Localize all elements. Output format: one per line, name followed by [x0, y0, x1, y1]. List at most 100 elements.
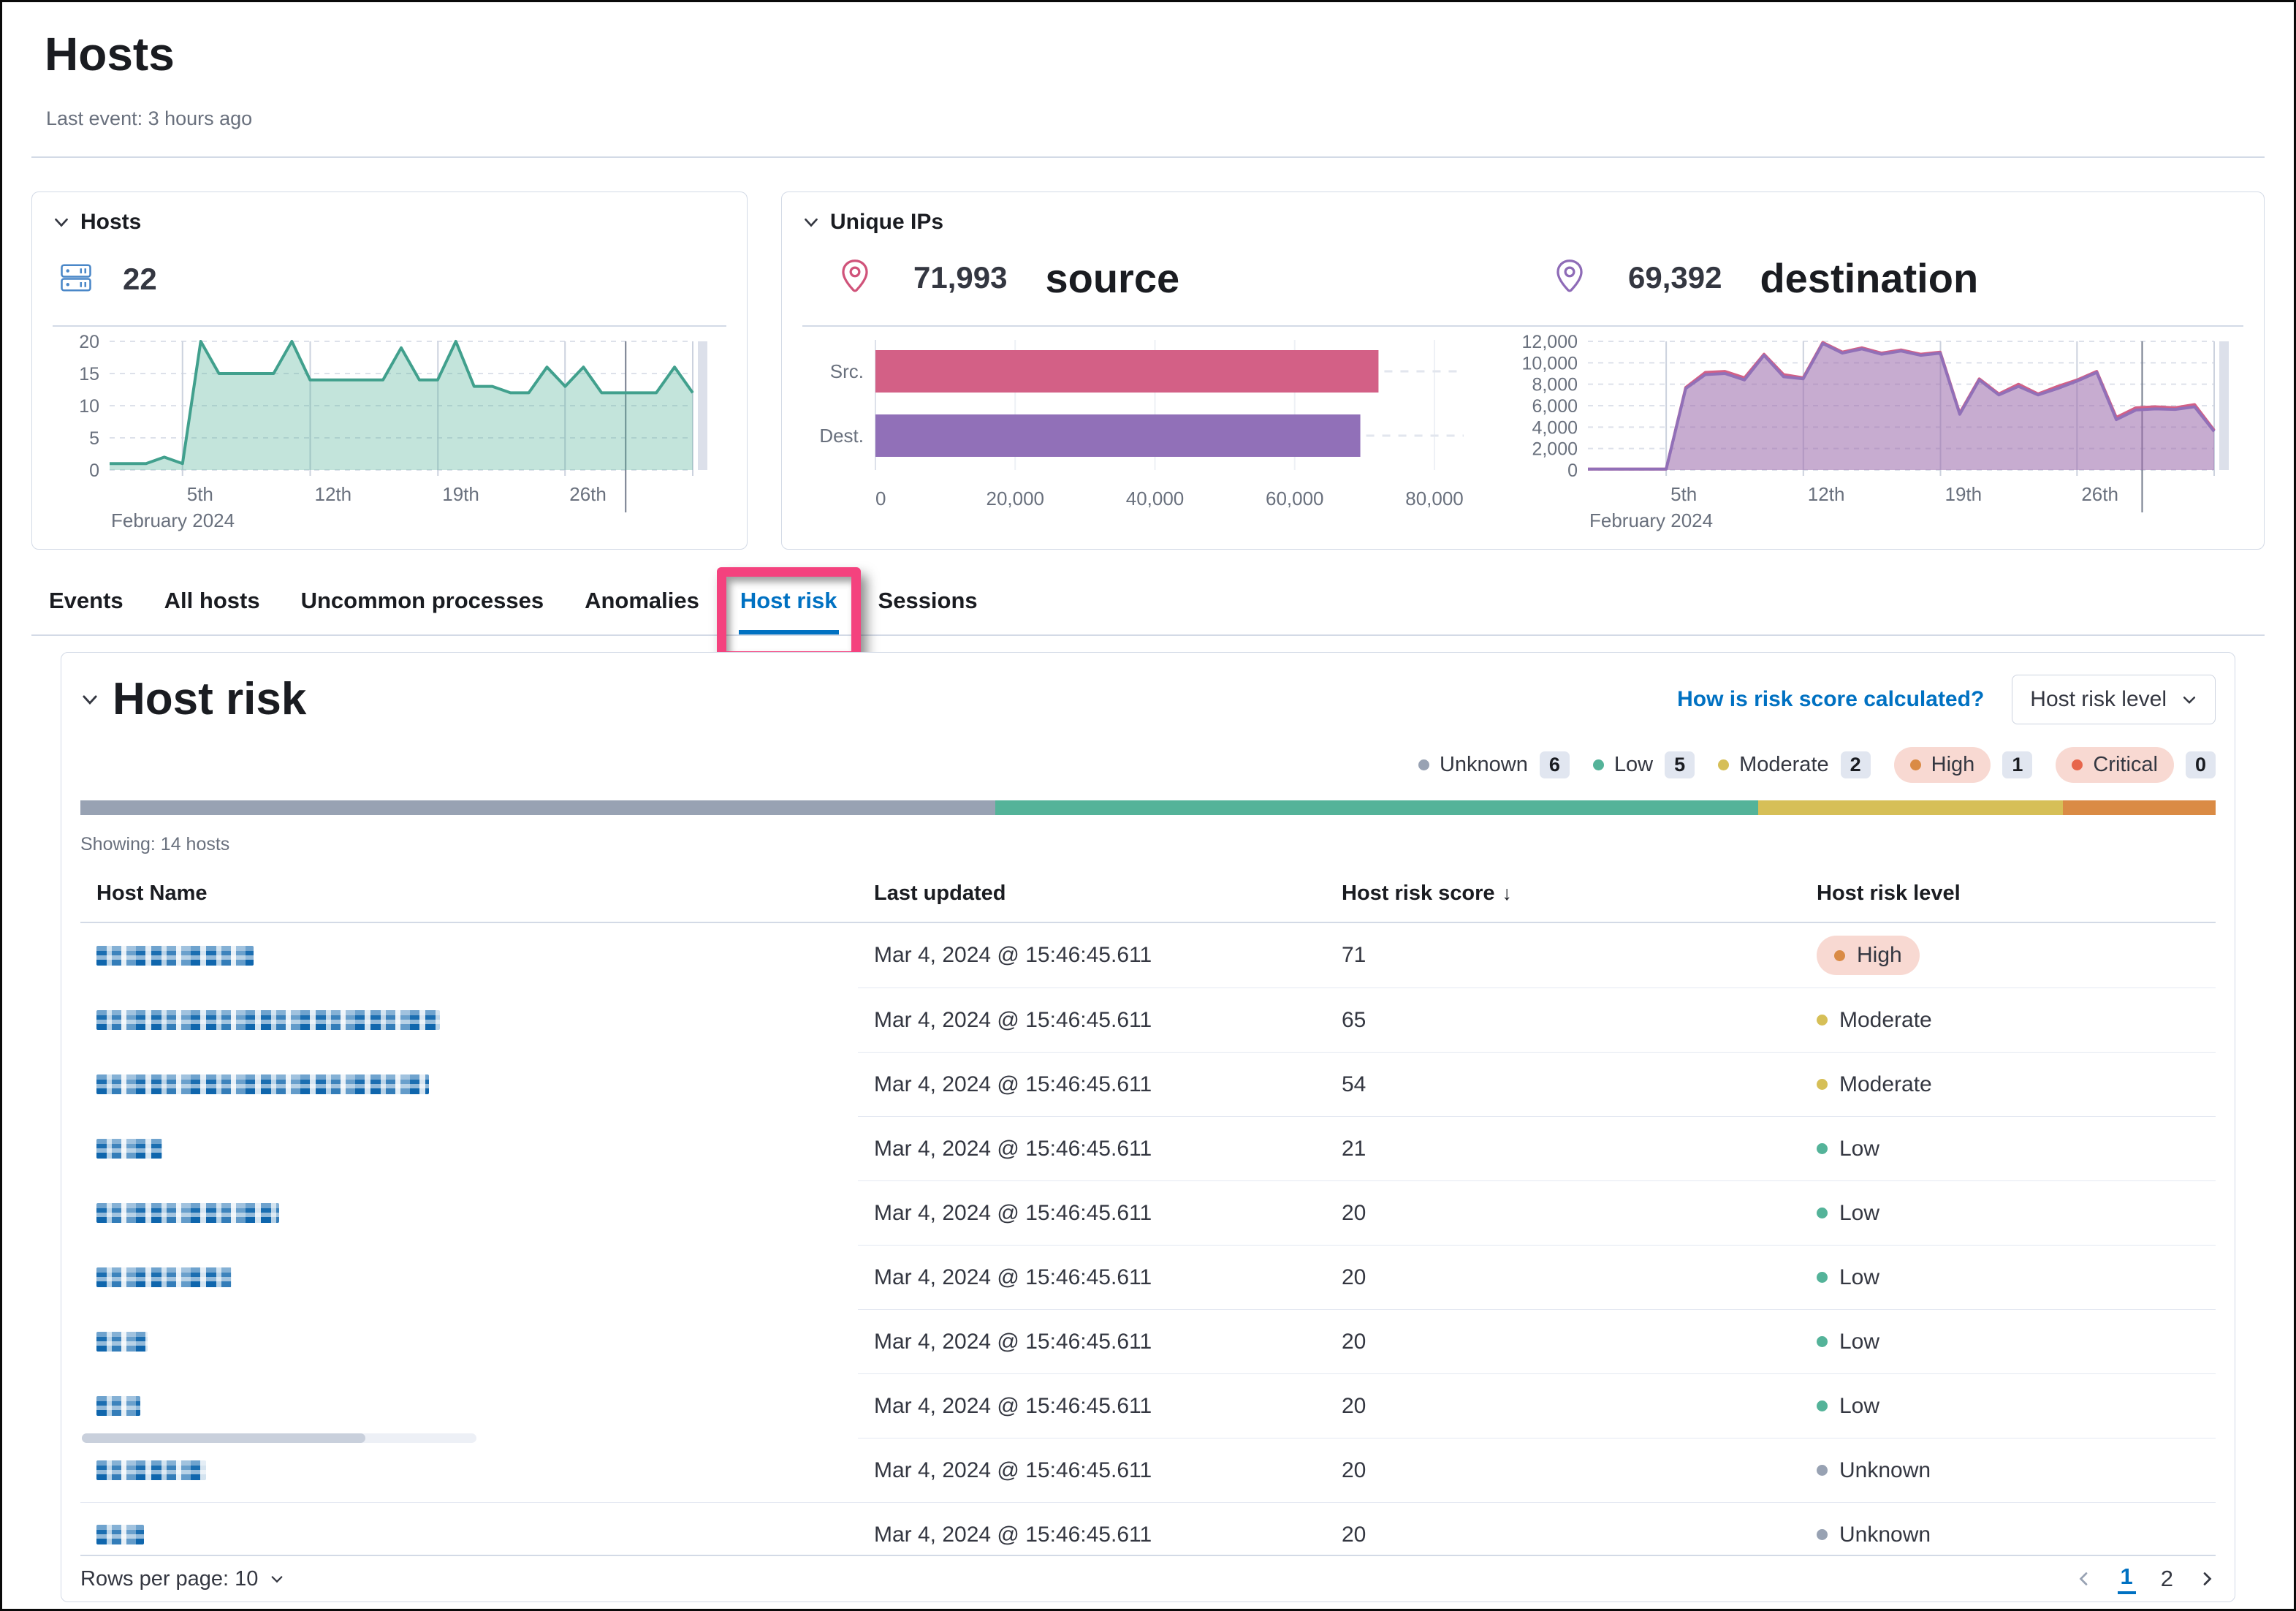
tab-all-hosts[interactable]: All hosts	[163, 588, 262, 634]
risk-level-dot-icon	[1817, 1079, 1828, 1090]
risk-level-label: Moderate	[1839, 1072, 1932, 1097]
rows-per-page-button[interactable]: Rows per page: 10	[80, 1567, 284, 1591]
risk-score-cell: 71	[1326, 923, 1801, 988]
column-header-risk-level[interactable]: Host risk level	[1801, 882, 2216, 906]
column-header-risk-score[interactable]: Host risk score ↓	[1326, 882, 1801, 906]
host-name-link[interactable]	[96, 1332, 148, 1352]
svg-text:12th: 12th	[1808, 483, 1845, 505]
source-ip-count: 71,993	[913, 260, 1007, 295]
destination-map-pin-icon	[1551, 257, 1589, 299]
host-name-link[interactable]	[96, 946, 254, 966]
legend-label: Low	[1614, 753, 1653, 777]
card-divider	[53, 325, 726, 327]
last-updated-cell: Mar 4, 2024 @ 15:46:45.611	[858, 1116, 1326, 1180]
column-header-host-name[interactable]: Host Name	[80, 882, 858, 906]
svg-text:12th: 12th	[315, 483, 352, 505]
svg-text:0: 0	[89, 460, 99, 481]
collapse-chevron-icon[interactable]	[802, 213, 820, 231]
tab-uncommon-processes[interactable]: Uncommon processes	[300, 588, 546, 634]
svg-text:Src.: Src.	[830, 360, 864, 382]
legend-item[interactable]: High 1	[1894, 747, 2033, 783]
risk-level-dot-icon	[1718, 759, 1729, 770]
svg-text:80,000: 80,000	[1405, 488, 1464, 509]
previous-page-arrow-icon[interactable]	[2075, 1570, 2093, 1588]
last-updated-cell: Mar 4, 2024 @ 15:46:45.611	[858, 1245, 1326, 1309]
tab-anomalies[interactable]: Anomalies	[583, 588, 701, 634]
table-row: Mar 4, 2024 @ 15:46:45.611 54 Moderate	[80, 1052, 2216, 1116]
table-row: Mar 4, 2024 @ 15:46:45.611 20 Unknown	[80, 1438, 2216, 1502]
host-name-link[interactable]	[96, 1203, 279, 1223]
host-name-cell	[80, 1245, 858, 1309]
risk-level-dot-icon	[1817, 1015, 1828, 1026]
risk-level-dot-icon	[1593, 759, 1604, 770]
host-name-link[interactable]	[96, 1396, 140, 1416]
source-map-pin-icon	[836, 257, 874, 299]
svg-text:Dest.: Dest.	[819, 425, 864, 447]
risk-level-cell: Low	[1801, 1373, 2216, 1438]
legend-label: Critical	[2093, 753, 2158, 777]
column-header-last-updated[interactable]: Last updated	[858, 882, 1326, 906]
risk-distribution-strip	[80, 800, 2216, 815]
host-risk-level-filter-button[interactable]: Host risk level	[2012, 675, 2216, 724]
tab-label: All hosts	[164, 588, 260, 613]
risk-level-cell: Low	[1801, 1309, 2216, 1373]
svg-text:5: 5	[89, 428, 99, 449]
page-title: Hosts	[45, 27, 2265, 81]
svg-text:26th: 26th	[2081, 483, 2118, 505]
risk-level-cell: High	[1801, 923, 2216, 988]
tab-host-risk[interactable]: Host risk	[739, 588, 839, 634]
next-page-arrow-icon[interactable]	[2198, 1570, 2216, 1588]
host-name-link[interactable]	[96, 1010, 440, 1030]
last-updated-cell: Mar 4, 2024 @ 15:46:45.611	[858, 1373, 1326, 1438]
host-name-link[interactable]	[96, 1074, 429, 1094]
host-name-link[interactable]	[96, 1139, 162, 1159]
legend-label: Moderate	[1739, 753, 1829, 777]
legend-count-badge: 1	[2002, 751, 2032, 778]
host-name-cell	[80, 1052, 858, 1116]
last-updated-cell: Mar 4, 2024 @ 15:46:45.611	[858, 1309, 1326, 1373]
page-1-button[interactable]: 1	[2118, 1563, 2136, 1594]
host-risk-table: Host Name Last updated Host risk score ↓…	[80, 882, 2216, 1566]
host-name-link[interactable]	[96, 1460, 206, 1480]
svg-text:5th: 5th	[1670, 483, 1697, 505]
source-label: source	[1045, 254, 1179, 302]
risk-score-help-link[interactable]: How is risk score calculated?	[1677, 687, 1984, 712]
risk-level-dot-icon	[1817, 1336, 1828, 1347]
risk-level-dot-icon	[1817, 1143, 1828, 1154]
rows-per-page-label: Rows per page: 10	[80, 1567, 258, 1591]
page-2-button[interactable]: 2	[2161, 1566, 2173, 1592]
legend-item[interactable]: Moderate 2	[1718, 751, 1871, 778]
svg-text:5th: 5th	[187, 483, 213, 505]
hosts-panel-title: Hosts	[80, 210, 141, 235]
svg-text:February 2024: February 2024	[1589, 509, 1713, 531]
table-footer: Rows per page: 10 1 2	[80, 1555, 2216, 1601]
collapse-chevron-icon[interactable]	[53, 213, 70, 231]
chevron-down-icon	[2181, 691, 2197, 708]
risk-level-label: High	[1857, 943, 1902, 968]
risk-level-dot-icon	[1817, 1465, 1828, 1476]
storage-icon	[58, 260, 94, 299]
unique-ips-area-chart: 02,0004,0006,0008,00010,00012,0005th12th…	[1509, 333, 2243, 531]
legend-item[interactable]: Low 5	[1593, 751, 1695, 778]
host-name-link[interactable]	[96, 1525, 144, 1544]
host-risk-title: Host risk	[113, 673, 306, 725]
svg-text:0: 0	[1567, 460, 1578, 481]
tab-label: Sessions	[878, 588, 978, 613]
last-updated-cell: Mar 4, 2024 @ 15:46:45.611	[858, 1180, 1326, 1245]
legend-item[interactable]: Unknown 6	[1418, 751, 1570, 778]
table-body: Mar 4, 2024 @ 15:46:45.611 71 High Mar 4…	[80, 923, 2216, 1566]
host-name-link[interactable]	[96, 1267, 232, 1287]
tab-events[interactable]: Events	[47, 588, 125, 634]
risk-score-cell: 20	[1326, 1438, 1801, 1502]
svg-text:February 2024: February 2024	[111, 509, 235, 531]
host-risk-panel: Host risk How is risk score calculated? …	[61, 652, 2235, 1602]
host-name-column-scrollbar[interactable]	[82, 1433, 476, 1443]
risk-level-dot-icon	[1418, 759, 1429, 770]
svg-text:8,000: 8,000	[1532, 375, 1578, 395]
risk-score-cell: 20	[1326, 1309, 1801, 1373]
risk-score-cell: 54	[1326, 1052, 1801, 1116]
collapse-chevron-icon[interactable]	[80, 690, 99, 709]
legend-item[interactable]: Critical 0	[2056, 747, 2216, 783]
scrollbar-thumb[interactable]	[82, 1433, 365, 1443]
tab-sessions[interactable]: Sessions	[877, 588, 979, 634]
